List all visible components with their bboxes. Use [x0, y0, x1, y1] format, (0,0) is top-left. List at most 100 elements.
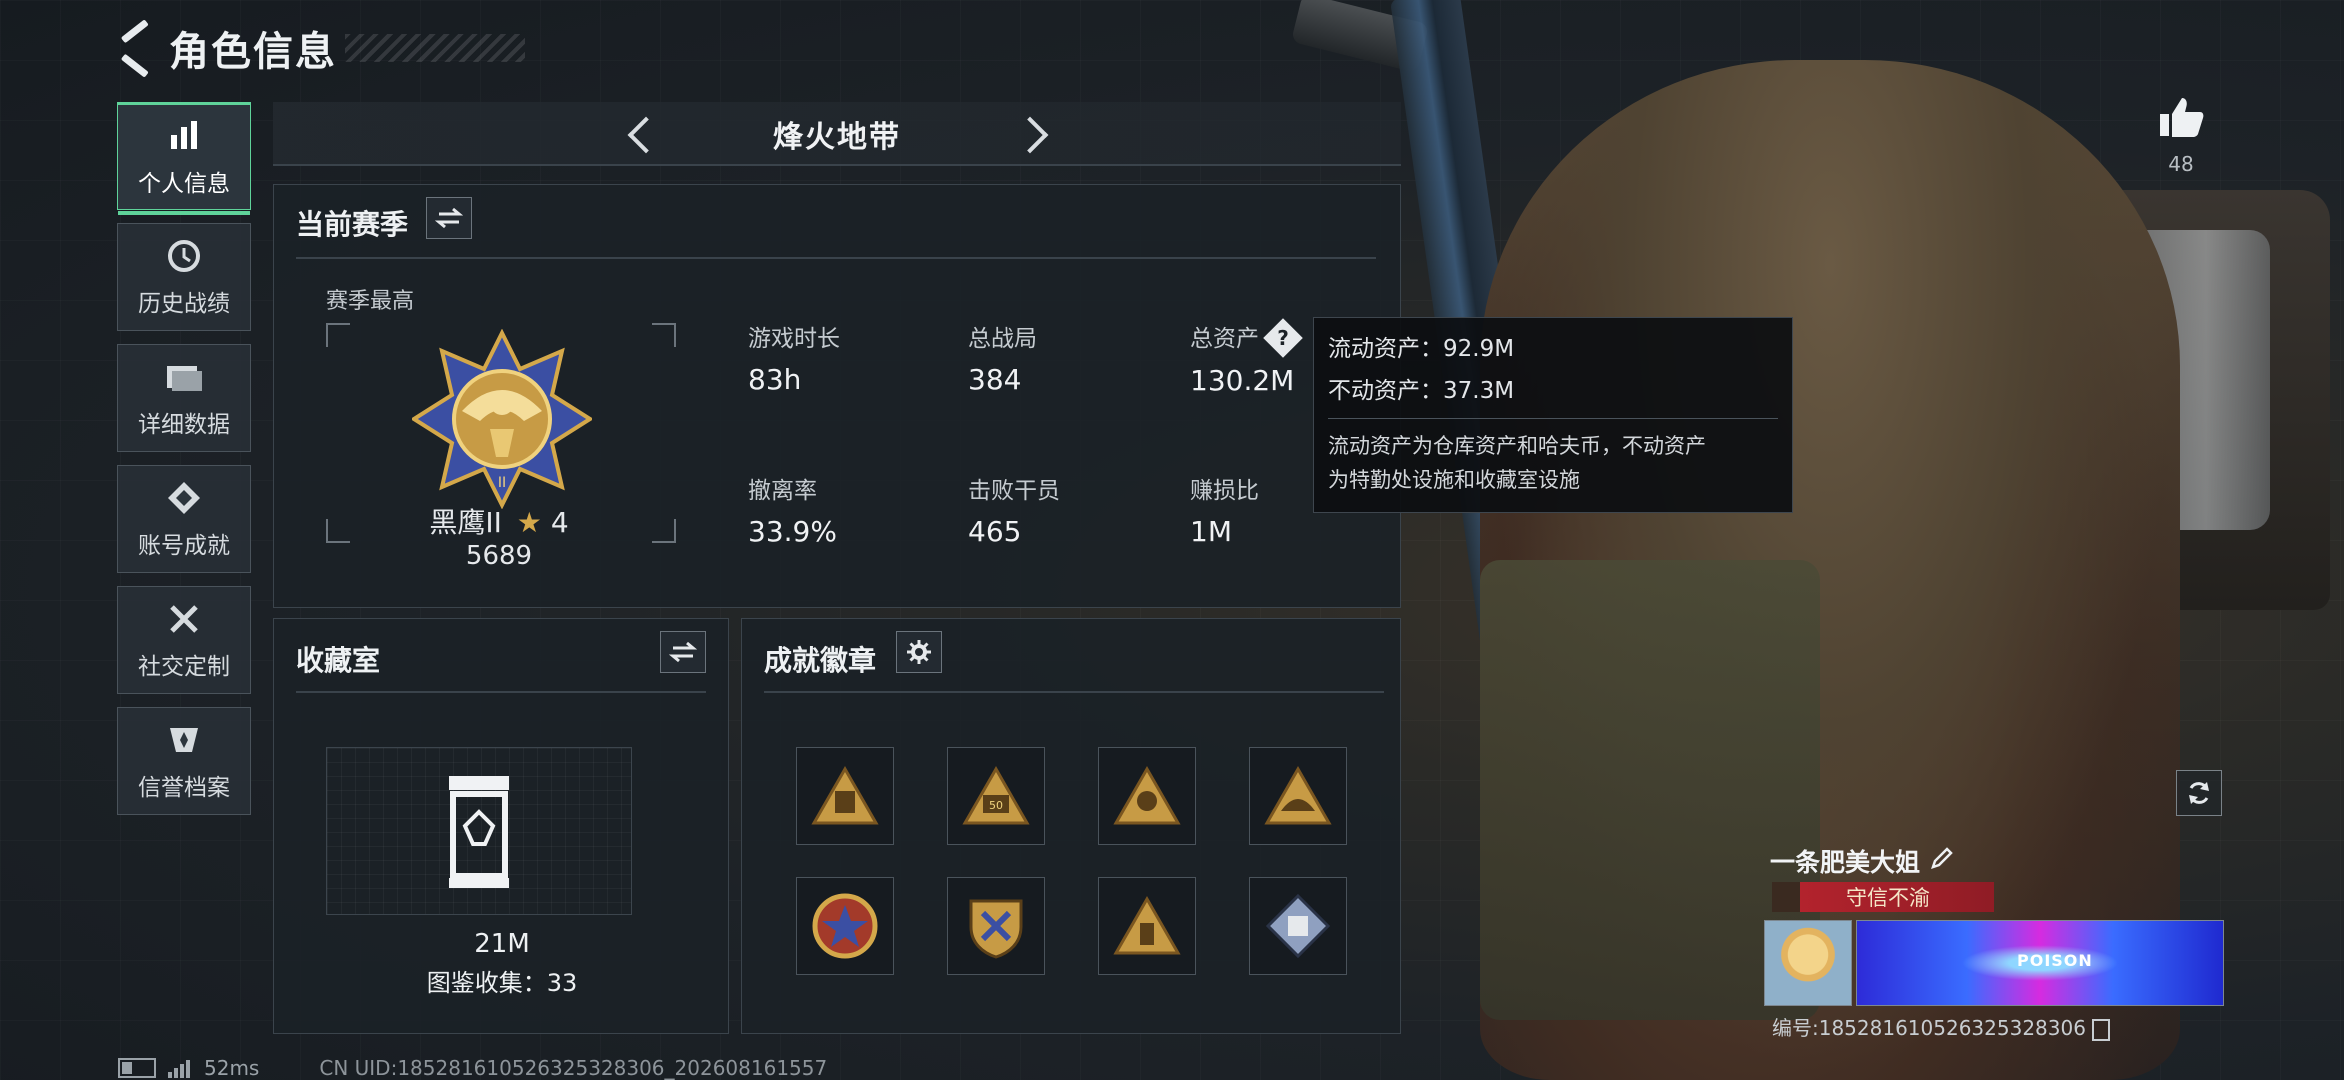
rank-name-row: 黑鹰II ★ 4	[274, 501, 724, 541]
badge-6-icon	[969, 899, 1023, 959]
back-arrow-icon[interactable]	[115, 26, 159, 70]
tooltip-divider	[1328, 418, 1778, 419]
achievement-badge[interactable]	[947, 877, 1045, 975]
signal-icon	[168, 1058, 192, 1078]
stat-value: 130.2M	[1190, 363, 1295, 397]
display-case-icon	[449, 776, 509, 888]
history-icon	[164, 236, 204, 276]
title-divider	[296, 257, 1376, 259]
sidebar-item-social[interactable]: 社交定制	[117, 586, 251, 694]
credit-icon	[164, 720, 204, 760]
achievement-badge[interactable]	[1098, 877, 1196, 975]
badge-7-icon	[1113, 895, 1181, 955]
stat-label: 游戏时长	[748, 326, 840, 352]
chevron-right-icon[interactable]	[1011, 110, 1059, 158]
badges-settings-button[interactable]	[896, 631, 942, 673]
collection-preview	[326, 747, 632, 915]
rank-stars: 4	[550, 506, 569, 539]
chevron-left-icon[interactable]	[615, 110, 663, 158]
sidebar-item-achievements[interactable]: 账号成就	[117, 465, 251, 573]
tooltip-fixed-assets: 不动资产：37.3M	[1328, 378, 1515, 404]
page-title: 角色信息	[169, 29, 337, 75]
assets-tooltip: 流动资产：92.9M 不动资产：37.3M 流动资产为仓库资产和哈夫币，不动资产…	[1313, 317, 1793, 513]
sidebar-item-history[interactable]: 历史战绩	[117, 223, 251, 331]
sidebar: 个人信息 历史战绩 详细数据 账号成就 社交定制 信誉档案	[117, 102, 253, 828]
collection-count: 图鉴收集：33	[426, 969, 578, 997]
season-panel: 当前赛季 赛季最高 II 黑鹰II ★ 4 5689 游戏时长 83h 总战局 …	[273, 184, 1401, 608]
sidebar-item-label: 账号成就	[138, 533, 230, 559]
client-uid: CN UID:1852816105263253283​06_2026081615…	[319, 1056, 828, 1080]
stat-value: 33.9%	[748, 515, 837, 548]
sidebar-item-label: 社交定制	[138, 654, 230, 680]
title-decoration	[345, 34, 525, 62]
like-widget[interactable]: 48	[2158, 96, 2204, 176]
stat-value: 83h	[748, 363, 802, 396]
stat-profit-ratio: 赚损比 1M	[1190, 471, 1259, 548]
badge-1-icon	[811, 765, 879, 825]
stat-label: 击败干员	[968, 478, 1060, 504]
stat-value: 1M	[1190, 515, 1232, 548]
badge-5-icon	[812, 893, 878, 959]
sidebar-item-label: 历史战绩	[138, 291, 230, 317]
player-title-tag[interactable]: 守信不渝	[1772, 882, 1994, 912]
player-banner[interactable]: POISON	[1856, 920, 2224, 1006]
stat-value: 465	[968, 515, 1022, 548]
help-icon[interactable]: ?	[1263, 317, 1303, 358]
tooltip-description-line: 为特勤处设施和收藏室设施	[1328, 468, 1580, 492]
player-uid: 编号:1852816105263253283​06	[1772, 1012, 2110, 1041]
title-divider	[764, 691, 1384, 693]
collection-switch-button[interactable]	[660, 631, 706, 673]
title-tag-label: 守信不渝	[1846, 886, 1930, 910]
achievement-badge[interactable]: 50	[947, 747, 1045, 845]
sidebar-item-profile[interactable]: 个人信息	[117, 102, 251, 215]
stat-value: 384	[968, 363, 1022, 396]
achievement-badge[interactable]	[796, 877, 894, 975]
player-name: 一条肥美大姐	[1770, 848, 1921, 877]
status-bar: 52ms CN UID:1852816105263253283​06_20260…	[118, 1056, 827, 1080]
tools-icon	[164, 599, 204, 639]
stat-label: 总资产	[1190, 326, 1259, 352]
badge-2-icon: 50	[962, 765, 1030, 825]
badges-title: 成就徽章	[764, 644, 877, 677]
battery-icon	[118, 1058, 156, 1078]
achievement-badge[interactable]	[1249, 877, 1347, 975]
collection-title: 收藏室	[296, 644, 381, 677]
map-selector: 烽火地带	[273, 102, 1401, 166]
stat-extract-rate: 撤离率 33.9%	[748, 471, 837, 548]
collection-value: 21M	[474, 929, 530, 959]
sidebar-item-label: 个人信息	[138, 171, 230, 197]
folder-icon	[164, 357, 204, 397]
rank-name: 黑鹰II	[429, 506, 502, 539]
edit-icon[interactable]	[1930, 846, 1954, 874]
achievement-badge[interactable]	[1098, 747, 1196, 845]
ping-value: 52ms	[204, 1056, 260, 1080]
collection-panel[interactable]: 收藏室 21M 图鉴收集：33	[273, 618, 729, 1034]
sidebar-item-credit[interactable]: 信誉档案	[117, 707, 251, 815]
achievement-icon	[164, 478, 204, 518]
badge-8-icon	[1265, 893, 1331, 959]
stat-total-assets: 总资产? 130.2M	[1190, 317, 1303, 397]
swap-icon	[435, 207, 463, 229]
gear-icon	[907, 640, 931, 664]
swap-icon	[669, 641, 697, 663]
sidebar-item-label: 信誉档案	[138, 775, 230, 801]
tooltip-liquid-assets: 流动资产：92.9M	[1328, 336, 1515, 362]
avatar[interactable]	[1764, 920, 1852, 1006]
rank-medal-icon: II	[410, 328, 594, 510]
svg-text:50: 50	[989, 799, 1003, 812]
like-count: 48	[2168, 152, 2194, 176]
season-switch-button[interactable]	[426, 197, 472, 239]
map-name: 烽火地带	[773, 120, 901, 155]
stat-label: 撤离率	[748, 478, 817, 504]
season-title: 当前赛季	[296, 208, 409, 241]
star-icon: ★	[516, 506, 542, 539]
sidebar-item-details[interactable]: 详细数据	[117, 344, 251, 452]
achievement-badge[interactable]	[1249, 747, 1347, 845]
tooltip-description-line: 流动资产为仓库资产和哈夫币，不动资产	[1328, 434, 1706, 458]
badges-panel: 成就徽章 50	[741, 618, 1401, 1034]
stat-label: 总战局	[968, 326, 1037, 352]
header: 角色信息	[115, 18, 525, 78]
refresh-button[interactable]	[2176, 770, 2222, 816]
copy-icon[interactable]	[2091, 1018, 2110, 1041]
achievement-badge[interactable]	[796, 747, 894, 845]
